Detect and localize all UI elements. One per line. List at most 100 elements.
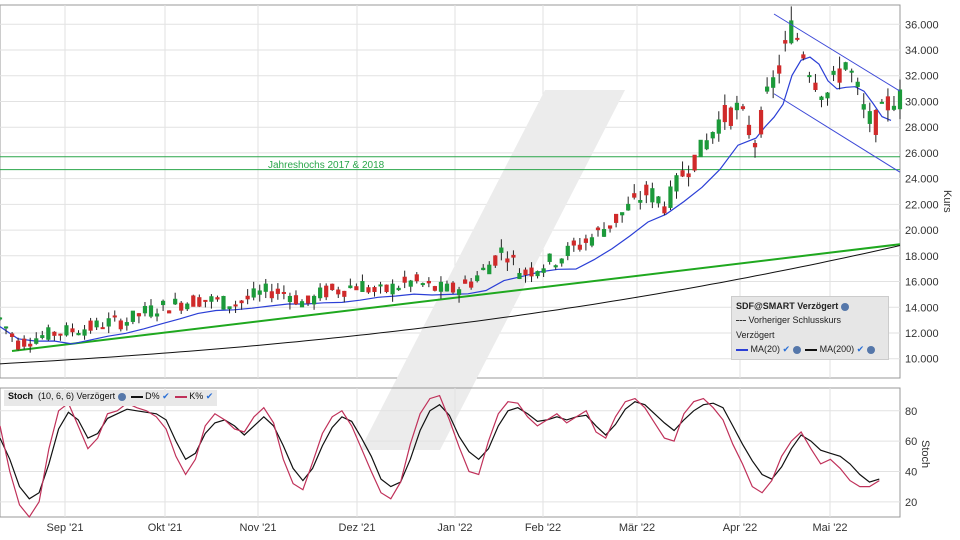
candle-body bbox=[469, 281, 474, 288]
candle-body bbox=[281, 291, 286, 294]
candle-body bbox=[837, 68, 842, 83]
candle-body bbox=[160, 300, 166, 306]
candle-body bbox=[873, 109, 878, 135]
candle-body bbox=[9, 333, 15, 337]
candle-body bbox=[360, 281, 365, 292]
candle-body bbox=[299, 301, 305, 308]
candle-body bbox=[819, 96, 824, 100]
ma20-swatch bbox=[736, 348, 748, 351]
candle-body bbox=[680, 170, 685, 177]
gear-icon[interactable] bbox=[792, 345, 801, 354]
candle-body bbox=[215, 297, 220, 300]
candle-body bbox=[493, 255, 498, 266]
candle-body bbox=[257, 290, 262, 295]
candle-body bbox=[330, 283, 335, 291]
candle-body bbox=[644, 184, 649, 196]
candle-body bbox=[728, 107, 733, 126]
stoch-legend: Stoch (10, 6, 6) Verzögert D% ✔ K% ✔ bbox=[4, 390, 218, 406]
candle-body bbox=[46, 327, 51, 340]
candle-body bbox=[167, 310, 172, 314]
candle-body bbox=[716, 119, 721, 134]
candle-body bbox=[891, 105, 897, 110]
candle-body bbox=[396, 287, 401, 291]
candle-body bbox=[825, 92, 830, 99]
x-tick-label: Mär '22 bbox=[619, 522, 655, 534]
legend-ma20-label: MA(20) bbox=[750, 344, 781, 354]
y-tick-label: 20.000 bbox=[905, 225, 939, 237]
candle-body bbox=[783, 40, 788, 44]
candle-body bbox=[529, 267, 534, 277]
candle-body bbox=[746, 124, 752, 136]
gear-icon[interactable] bbox=[117, 392, 126, 401]
candle-body bbox=[233, 304, 238, 307]
candle-body bbox=[595, 227, 601, 231]
y-tick-label: 18.000 bbox=[905, 251, 939, 263]
x-tick-label: Okt '21 bbox=[148, 522, 183, 534]
candle-body bbox=[209, 296, 214, 302]
x-tick-label: Nov '21 bbox=[240, 522, 277, 534]
candle-body bbox=[336, 289, 341, 295]
candle-body bbox=[390, 283, 395, 295]
candle-body bbox=[740, 106, 746, 110]
candle-body bbox=[668, 186, 673, 208]
candle-body bbox=[275, 288, 280, 294]
y-axis-label: Kurs bbox=[941, 190, 953, 213]
candle-body bbox=[88, 320, 93, 331]
candle-body bbox=[420, 283, 425, 286]
candle-body bbox=[481, 267, 486, 271]
candle-body bbox=[607, 225, 613, 229]
candle-body bbox=[656, 196, 661, 204]
candle-body bbox=[475, 275, 480, 282]
candle-body bbox=[173, 298, 178, 305]
candle-body bbox=[867, 111, 872, 124]
candle-body bbox=[197, 297, 202, 307]
d-swatch bbox=[130, 395, 143, 398]
candle-body bbox=[456, 289, 462, 296]
candle-body bbox=[450, 282, 456, 293]
ma200-swatch bbox=[805, 348, 818, 351]
candle-body bbox=[541, 268, 546, 273]
candle-body bbox=[148, 305, 154, 317]
candle-body bbox=[849, 70, 854, 73]
legend-title-text: SDF@SMART Verzögert bbox=[736, 301, 839, 311]
candle-body bbox=[191, 295, 196, 307]
candle-body bbox=[795, 37, 800, 40]
candle-body bbox=[221, 295, 226, 310]
stoch-legend-d: D% bbox=[145, 391, 160, 401]
candle-body bbox=[154, 313, 160, 317]
candle-body bbox=[251, 288, 256, 298]
candle-body bbox=[777, 65, 782, 74]
check-icon[interactable]: ✔ bbox=[783, 344, 791, 354]
candle-body bbox=[855, 81, 860, 87]
x-tick-label: Sep '21 bbox=[47, 522, 84, 534]
candle-body bbox=[626, 203, 631, 211]
legend-title: SDF@SMART Verzögert bbox=[736, 301, 849, 311]
y-tick-label: 16.000 bbox=[905, 277, 939, 289]
candle-body bbox=[861, 104, 866, 110]
candle-body bbox=[722, 104, 727, 123]
candle-body bbox=[269, 291, 274, 299]
candle-body bbox=[305, 295, 311, 304]
price-legend: SDF@SMART Verzögert Vorheriger Schlussku… bbox=[731, 296, 889, 360]
candle-body bbox=[438, 281, 444, 292]
candle-body bbox=[28, 343, 33, 347]
candle-body bbox=[843, 62, 848, 70]
gear-icon[interactable] bbox=[840, 302, 849, 311]
candle-body bbox=[311, 295, 317, 305]
candle-body bbox=[354, 286, 359, 291]
check-icon[interactable]: ✔ bbox=[162, 391, 170, 401]
check-icon[interactable]: ✔ bbox=[206, 391, 214, 401]
y-tick-label: 14.000 bbox=[905, 302, 939, 314]
candle-body bbox=[577, 244, 582, 250]
candle-body bbox=[287, 295, 293, 303]
candle-body bbox=[571, 240, 576, 246]
candle-body bbox=[897, 89, 903, 110]
candle-body bbox=[106, 318, 111, 327]
check-icon[interactable]: ✔ bbox=[857, 344, 865, 354]
candle-body bbox=[76, 332, 81, 336]
candle-body bbox=[203, 299, 208, 302]
candle-body bbox=[662, 206, 667, 214]
x-tick-label: Dez '21 bbox=[339, 522, 376, 534]
candle-body bbox=[487, 264, 492, 275]
gear-icon[interactable] bbox=[866, 345, 875, 354]
